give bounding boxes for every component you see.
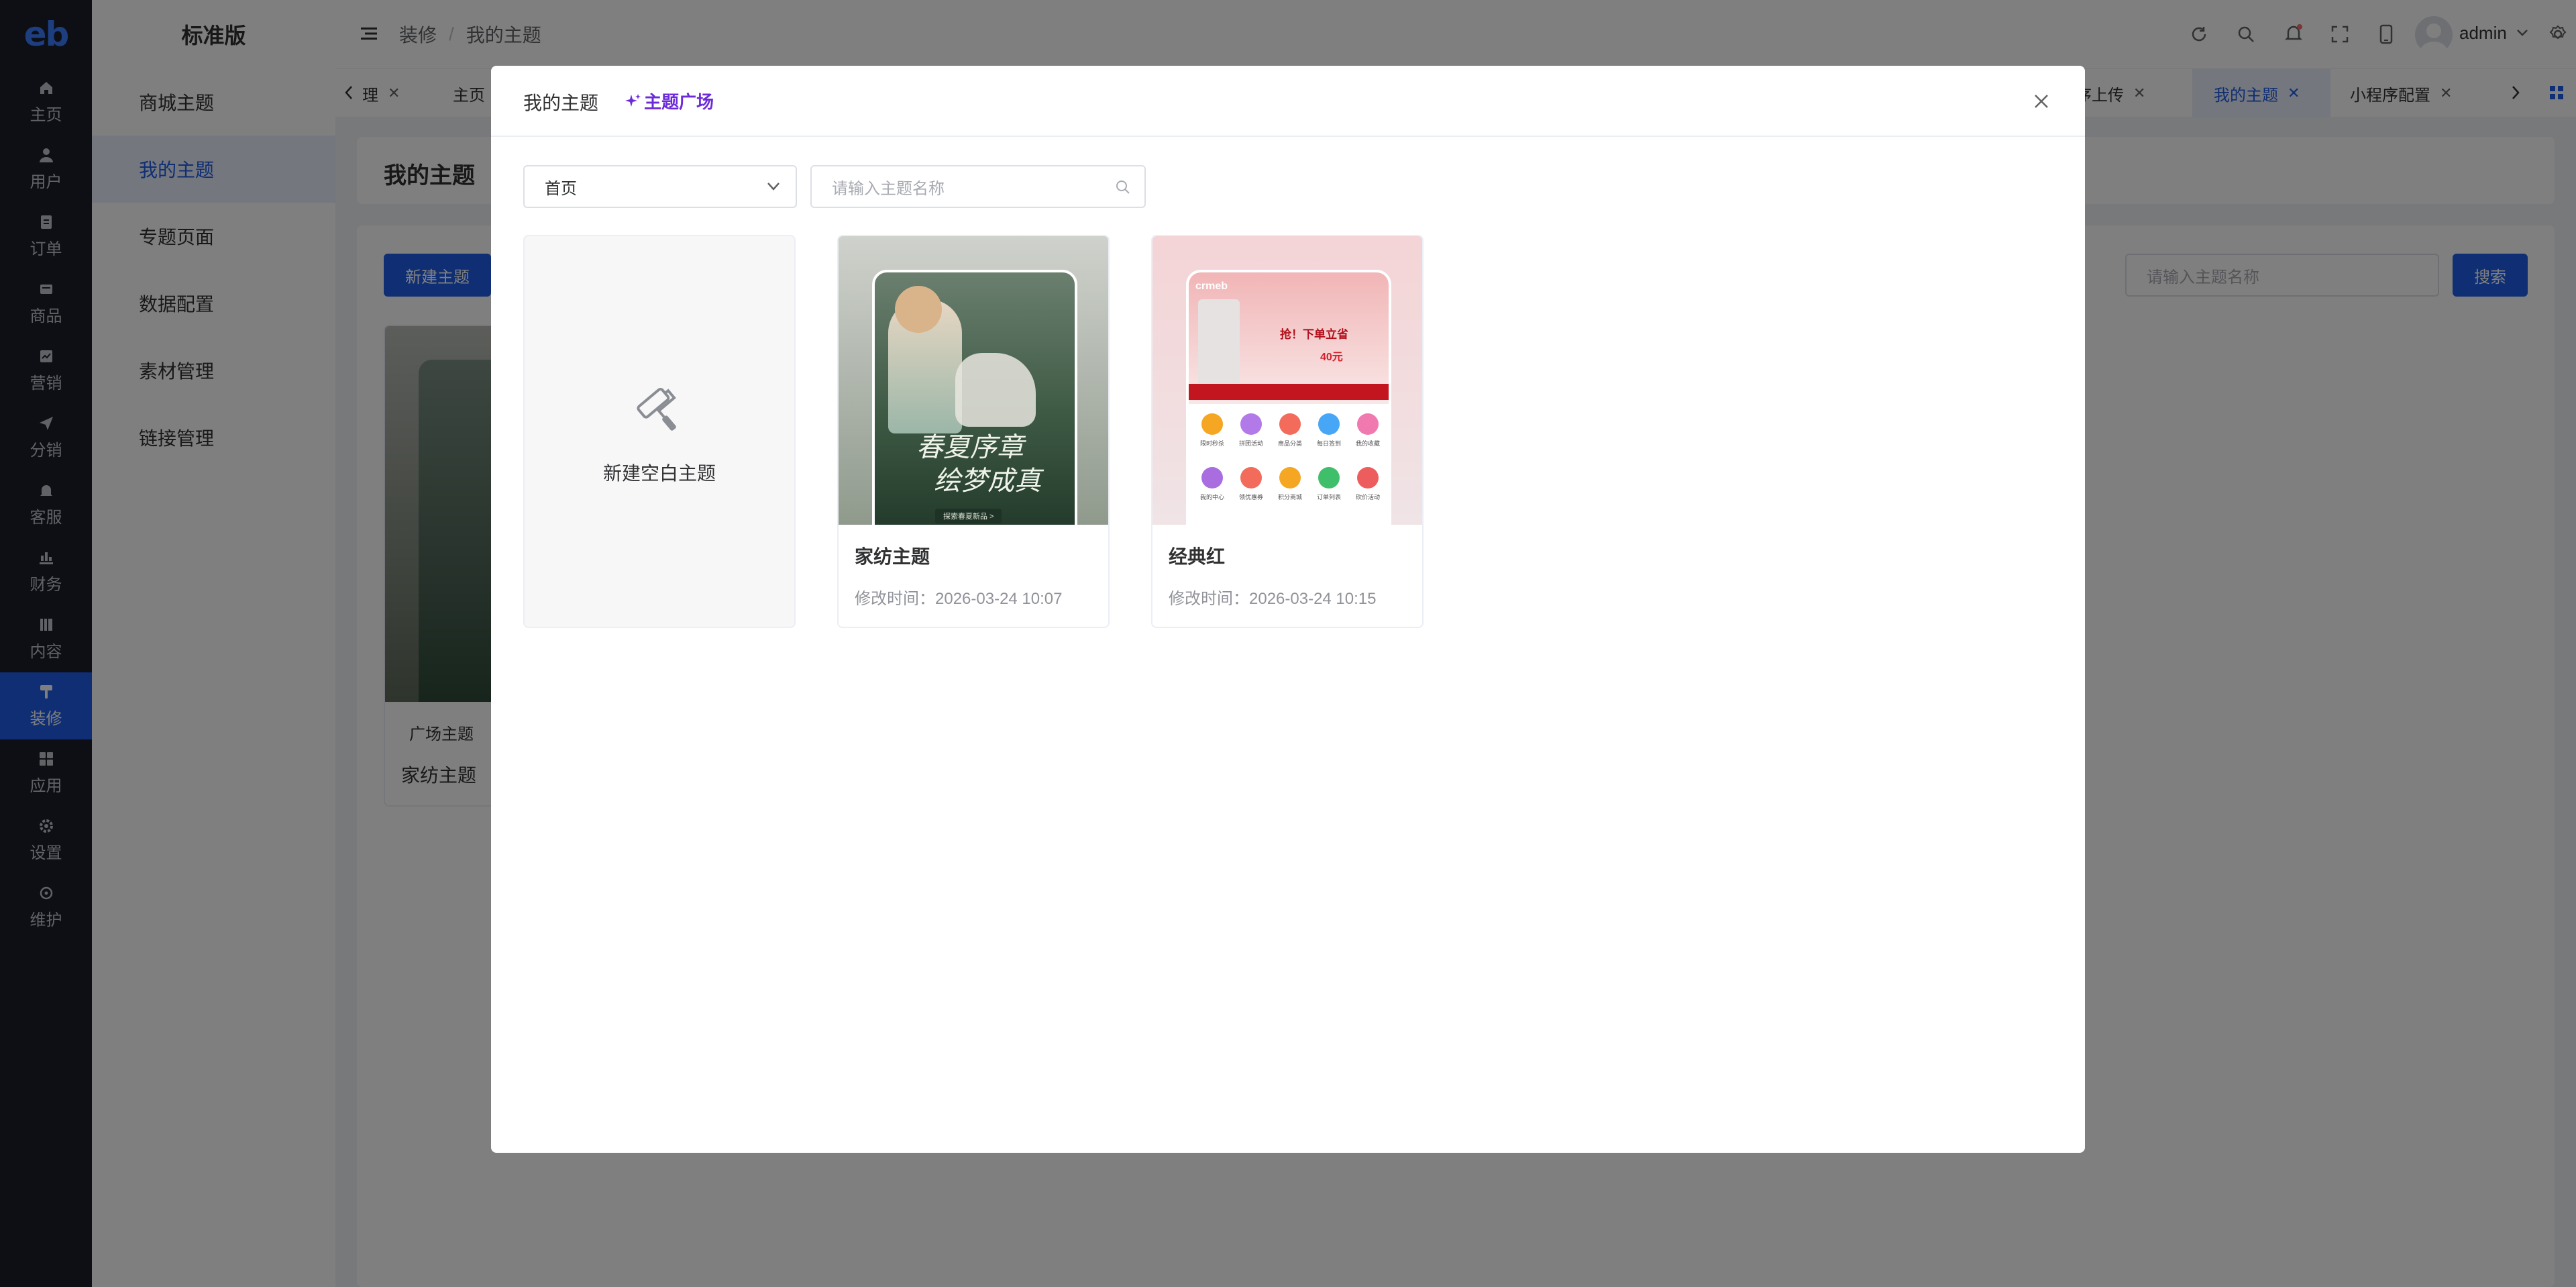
shortcut-icon [1201, 467, 1223, 488]
shortcut-label: 限时秒杀 [1199, 440, 1224, 447]
theme-name: 家纺主题 [855, 546, 930, 567]
theme-card-classic-red[interactable]: crmeb 抢！下单立省 40元 限时秒杀 拼团活动 商品分类 每日签到 我的收藏我的中… [1151, 235, 1424, 628]
chevron-down-icon [766, 181, 781, 192]
page-type-select[interactable]: 首页 [523, 165, 797, 208]
shortcut-label: 积分商城 [1277, 494, 1302, 501]
shortcut-icon [1279, 467, 1301, 488]
shortcut-icon [1240, 467, 1262, 488]
phone-mockup: 春夏序章 绘梦成真 探索春夏新品 > [872, 270, 1077, 525]
shortcut-icon [1357, 467, 1379, 488]
banner-amount: 40元 [1320, 352, 1343, 363]
shortcut-item: 订单列表 [1309, 464, 1348, 518]
shortcut-label: 拼团活动 [1238, 440, 1263, 447]
shortcut-item: 限时秒杀 [1193, 411, 1232, 464]
shortcut-icon [1318, 467, 1340, 488]
close-icon[interactable] [2033, 93, 2050, 110]
theme-card-home-textile[interactable]: 春夏序章 绘梦成真 探索春夏新品 > 家纺主题 修改时间：2026-03-24 … [837, 235, 1110, 628]
shortcut-item: 我的中心 [1193, 464, 1232, 518]
paint-roller-icon [635, 384, 687, 436]
shortcut-label: 商品分类 [1277, 440, 1302, 447]
search-icon[interactable] [1115, 179, 1131, 195]
banner-headline: 抢！下单立省 [1280, 328, 1348, 341]
shortcut-grid: 限时秒杀 拼团活动 商品分类 每日签到 我的收藏我的中心 领优惠券 积分商城 订单列表 砍价活动 [1193, 411, 1389, 525]
new-blank-theme-card[interactable]: 新建空白主题 [523, 235, 796, 628]
shortcut-item: 商品分类 [1271, 411, 1309, 464]
shortcut-icon [1318, 413, 1340, 435]
shortcut-icon [1201, 413, 1223, 435]
shortcut-item: 砍价活动 [1348, 464, 1387, 518]
dialog-header: 我的主题 主题广场 [491, 66, 2085, 137]
theme-search-input[interactable]: 请输入主题名称 [810, 165, 1146, 208]
shortcut-label: 我的中心 [1199, 494, 1224, 501]
shortcut-icon [1279, 413, 1301, 435]
shortcut-item: 拼团活动 [1232, 411, 1271, 464]
shop-logo: crmeb [1195, 280, 1228, 292]
dialog-title: 我的主题 [523, 93, 599, 113]
shortcut-icon [1240, 413, 1262, 435]
shortcut-item: 领优惠券 [1232, 464, 1271, 518]
theme-name: 经典红 [1169, 546, 1226, 567]
shortcut-item: 每日签到 [1309, 411, 1348, 464]
shortcut-label: 我的收藏 [1355, 440, 1380, 447]
theme-plaza-link[interactable]: 主题广场 [625, 89, 714, 113]
shortcut-label: 领优惠券 [1238, 494, 1263, 501]
poster-headline-2: 绘梦成真 [934, 466, 1041, 497]
shortcut-item: 我的收藏 [1348, 411, 1387, 464]
shortcut-label: 每日签到 [1316, 440, 1341, 447]
phone-mockup: crmeb 抢！下单立省 40元 限时秒杀 拼团活动 商品分类 每日签到 我的收藏我的中… [1186, 270, 1391, 525]
new-blank-theme-label: 新建空白主题 [602, 463, 716, 484]
shortcut-label: 砍价活动 [1355, 494, 1380, 501]
theme-modified-time: 修改时间：2026-03-24 10:15 [1169, 590, 1377, 608]
theme-modified-time: 修改时间：2026-03-24 10:07 [855, 590, 1063, 608]
poster-cta-button: 探索春夏新品 > [935, 509, 1002, 523]
shortcut-label: 订单列表 [1316, 494, 1341, 501]
shortcut-item: 积分商城 [1271, 464, 1309, 518]
theme-preview-image: crmeb 抢！下单立省 40元 限时秒杀 拼团活动 商品分类 每日签到 我的收藏我的中… [1152, 236, 1422, 525]
my-themes-dialog: 我的主题 主题广场 首页 请输入主题名称 新建空白主题 春夏序章 绘梦成真 探索… [491, 66, 2085, 1153]
shortcut-icon [1357, 413, 1379, 435]
theme-preview-image: 春夏序章 绘梦成真 探索春夏新品 > [839, 236, 1108, 525]
sparkle-icon [625, 93, 641, 109]
